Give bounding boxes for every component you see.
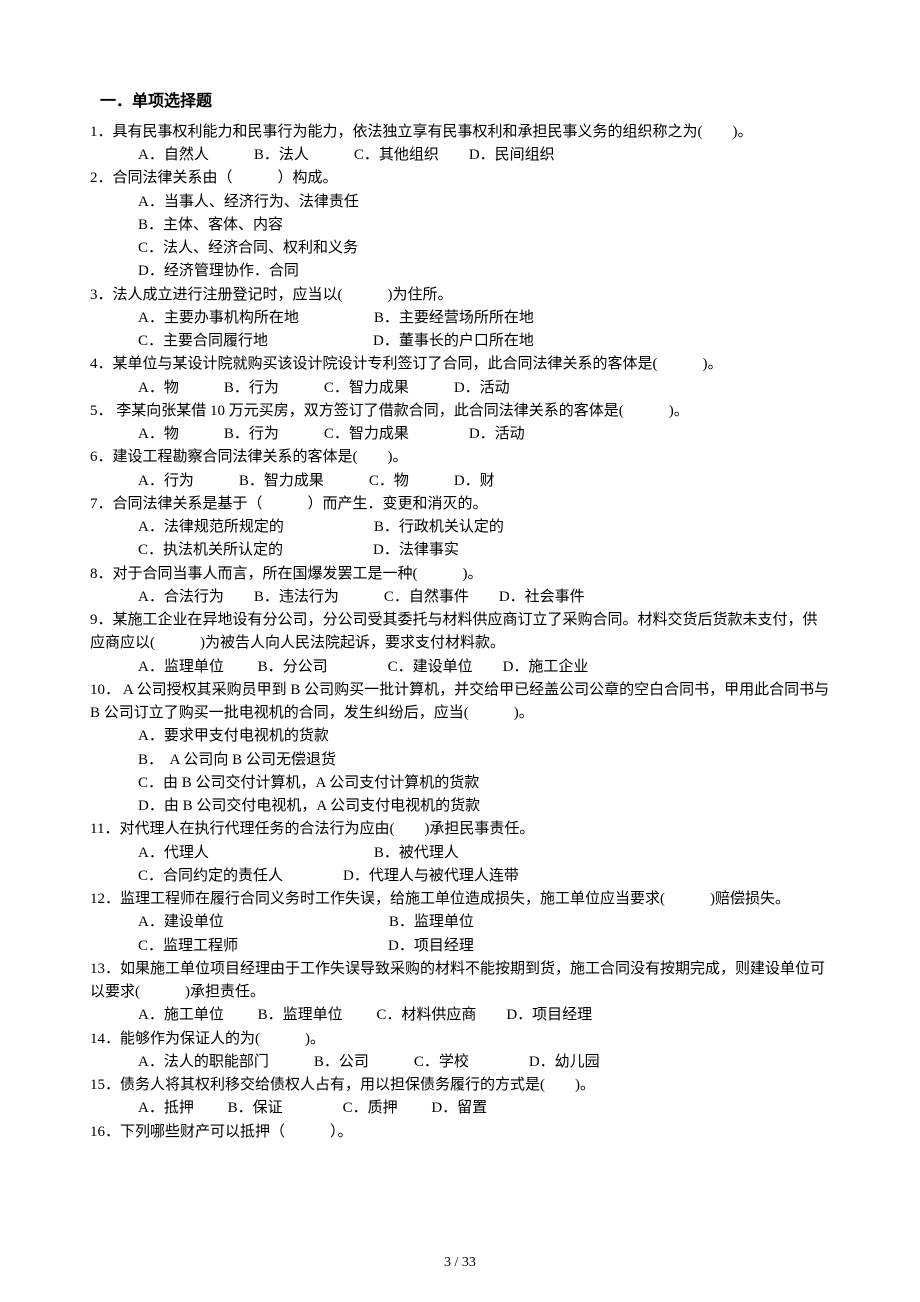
question-option-line: D．经济管理协作．合同 bbox=[90, 260, 830, 283]
question-text: 16．下列哪些财产可以抵押（ ）。 bbox=[90, 1121, 830, 1144]
question: 11．对代理人在执行代理任务的合法行为应由( )承担民事责任。A．代理人 B．被… bbox=[90, 818, 830, 888]
question: 4．某单位与某设计院就购买该设计院设计专利签订了合同，此合同法律关系的客体是( … bbox=[90, 353, 830, 400]
question-option-line: C．法人、经济合同、权利和义务 bbox=[90, 237, 830, 260]
question-option-line: B．主体、客体、内容 bbox=[90, 214, 830, 237]
question: 10． A 公司授权其采购员甲到 B 公司购买一批计算机，并交给甲已经盖公司公章… bbox=[90, 679, 830, 819]
question-text: 14．能够作为保证人的为( )。 bbox=[90, 1028, 830, 1051]
question-text: 2．合同法律关系由（ ）构成。 bbox=[90, 167, 830, 190]
question: 1．具有民事权利能力和民事行为能力，依法独立享有民事权利和承担民事义务的组织称之… bbox=[90, 121, 830, 168]
question-option-line: C．由 B 公司交付计算机，A 公司支付计算机的货款 bbox=[90, 772, 830, 795]
question-text: 15．债务人将其权利移交给债权人占有，用以担保债务履行的方式是( )。 bbox=[90, 1074, 830, 1097]
question-text: 3．法人成立进行注册登记时，应当以( )为住所。 bbox=[90, 284, 830, 307]
question-option-line: A．施工单位 B．监理单位 C．材料供应商 D．项目经理 bbox=[90, 1004, 830, 1027]
question: 9．某施工企业在异地设有分公司，分公司受其委托与材料供应商订立了采购合同。材料交… bbox=[90, 609, 830, 679]
question-text: 10． A 公司授权其采购员甲到 B 公司购买一批计算机，并交给甲已经盖公司公章… bbox=[90, 679, 830, 726]
question-option-line: A．物 B．行为 C．智力成果 D．活动 bbox=[90, 423, 830, 446]
question-option-line: A．行为 B．智力成果 C．物 D．财 bbox=[90, 470, 830, 493]
question-text: 9．某施工企业在异地设有分公司，分公司受其委托与材料供应商订立了采购合同。材料交… bbox=[90, 609, 830, 656]
question-text: 7．合同法律关系是基于（ ）而产生．变更和消灭的。 bbox=[90, 493, 830, 516]
question-text: 1．具有民事权利能力和民事行为能力，依法独立享有民事权利和承担民事义务的组织称之… bbox=[90, 121, 830, 144]
question-option-line: C．监理工程师 D．项目经理 bbox=[90, 935, 830, 958]
question: 16．下列哪些财产可以抵押（ ）。 bbox=[90, 1121, 830, 1144]
question-option-line: A．要求甲支付电视机的货款 bbox=[90, 725, 830, 748]
question-option-line: A．主要办事机构所在地 B．主要经营场所所在地 bbox=[90, 307, 830, 330]
question-text: 6．建设工程勘察合同法律关系的客体是( )。 bbox=[90, 446, 830, 469]
question-option-line: A．建设单位 B．监理单位 bbox=[90, 911, 830, 934]
question-option-line: A．合法行为 B．违法行为 C．自然事件 D．社会事件 bbox=[90, 586, 830, 609]
question: 12．监理工程师在履行合同义务时工作失误，给施工单位造成损失，施工单位应当要求(… bbox=[90, 888, 830, 958]
question-option-line: C．合同约定的责任人 D．代理人与被代理人连带 bbox=[90, 865, 830, 888]
question-text: 8．对于合同当事人而言，所在国爆发罢工是一种( )。 bbox=[90, 563, 830, 586]
question-option-line: C．执法机关所认定的 D．法律事实 bbox=[90, 539, 830, 562]
question: 14．能够作为保证人的为( )。A．法人的职能部门 B．公司 C．学校 D．幼儿… bbox=[90, 1028, 830, 1075]
question-option-line: A．代理人 B．被代理人 bbox=[90, 842, 830, 865]
question-option-line: B． A 公司向 B 公司无偿退货 bbox=[90, 749, 830, 772]
question-text: 11．对代理人在执行代理任务的合法行为应由( )承担民事责任。 bbox=[90, 818, 830, 841]
question: 13．如果施工单位项目经理由于工作失误导致采购的材料不能按期到货，施工合同没有按… bbox=[90, 958, 830, 1028]
section-title: 一．单项选择题 bbox=[90, 90, 830, 115]
question: 2．合同法律关系由（ ）构成。A．当事人、经济行为、法律责任B．主体、客体、内容… bbox=[90, 167, 830, 283]
question-option-line: A．监理单位 B．分公司 C．建设单位 D．施工企业 bbox=[90, 656, 830, 679]
question: 8．对于合同当事人而言，所在国爆发罢工是一种( )。A．合法行为 B．违法行为 … bbox=[90, 563, 830, 610]
question: 7．合同法律关系是基于（ ）而产生．变更和消灭的。A．法律规范所规定的 B．行政… bbox=[90, 493, 830, 563]
question-option-line: A．抵押 B．保证 C．质押 D．留置 bbox=[90, 1097, 830, 1120]
question-option-line: C．主要合同履行地 D．董事长的户口所在地 bbox=[90, 330, 830, 353]
question: 15．债务人将其权利移交给债权人占有，用以担保债务履行的方式是( )。A．抵押 … bbox=[90, 1074, 830, 1121]
question-option-line: D．由 B 公司交付电视机，A 公司支付电视机的货款 bbox=[90, 795, 830, 818]
question-text: 12．监理工程师在履行合同义务时工作失误，给施工单位造成损失，施工单位应当要求(… bbox=[90, 888, 830, 911]
page-number: 3 / 33 bbox=[0, 1252, 920, 1274]
question-text: 5． 李某向张某借 10 万元买房，双方签订了借款合同，此合同法律关系的客体是(… bbox=[90, 400, 830, 423]
question-option-line: A．当事人、经济行为、法律责任 bbox=[90, 191, 830, 214]
question-text: 13．如果施工单位项目经理由于工作失误导致采购的材料不能按期到货，施工合同没有按… bbox=[90, 958, 830, 1005]
question-option-line: A．自然人 B．法人 C．其他组织 D．民间组织 bbox=[90, 144, 830, 167]
questions-list: 1．具有民事权利能力和民事行为能力，依法独立享有民事权利和承担民事义务的组织称之… bbox=[90, 121, 830, 1144]
question: 3．法人成立进行注册登记时，应当以( )为住所。A．主要办事机构所在地 B．主要… bbox=[90, 284, 830, 354]
question-option-line: A．物 B．行为 C．智力成果 D．活动 bbox=[90, 377, 830, 400]
question-text: 4．某单位与某设计院就购买该设计院设计专利签订了合同，此合同法律关系的客体是( … bbox=[90, 353, 830, 376]
question-option-line: A．法律规范所规定的 B．行政机关认定的 bbox=[90, 516, 830, 539]
document-page: 一．单项选择题 1．具有民事权利能力和民事行为能力，依法独立享有民事权利和承担民… bbox=[0, 0, 920, 1302]
question: 6．建设工程勘察合同法律关系的客体是( )。A．行为 B．智力成果 C．物 D．… bbox=[90, 446, 830, 493]
question: 5． 李某向张某借 10 万元买房，双方签订了借款合同，此合同法律关系的客体是(… bbox=[90, 400, 830, 447]
question-option-line: A．法人的职能部门 B．公司 C．学校 D．幼儿园 bbox=[90, 1051, 830, 1074]
